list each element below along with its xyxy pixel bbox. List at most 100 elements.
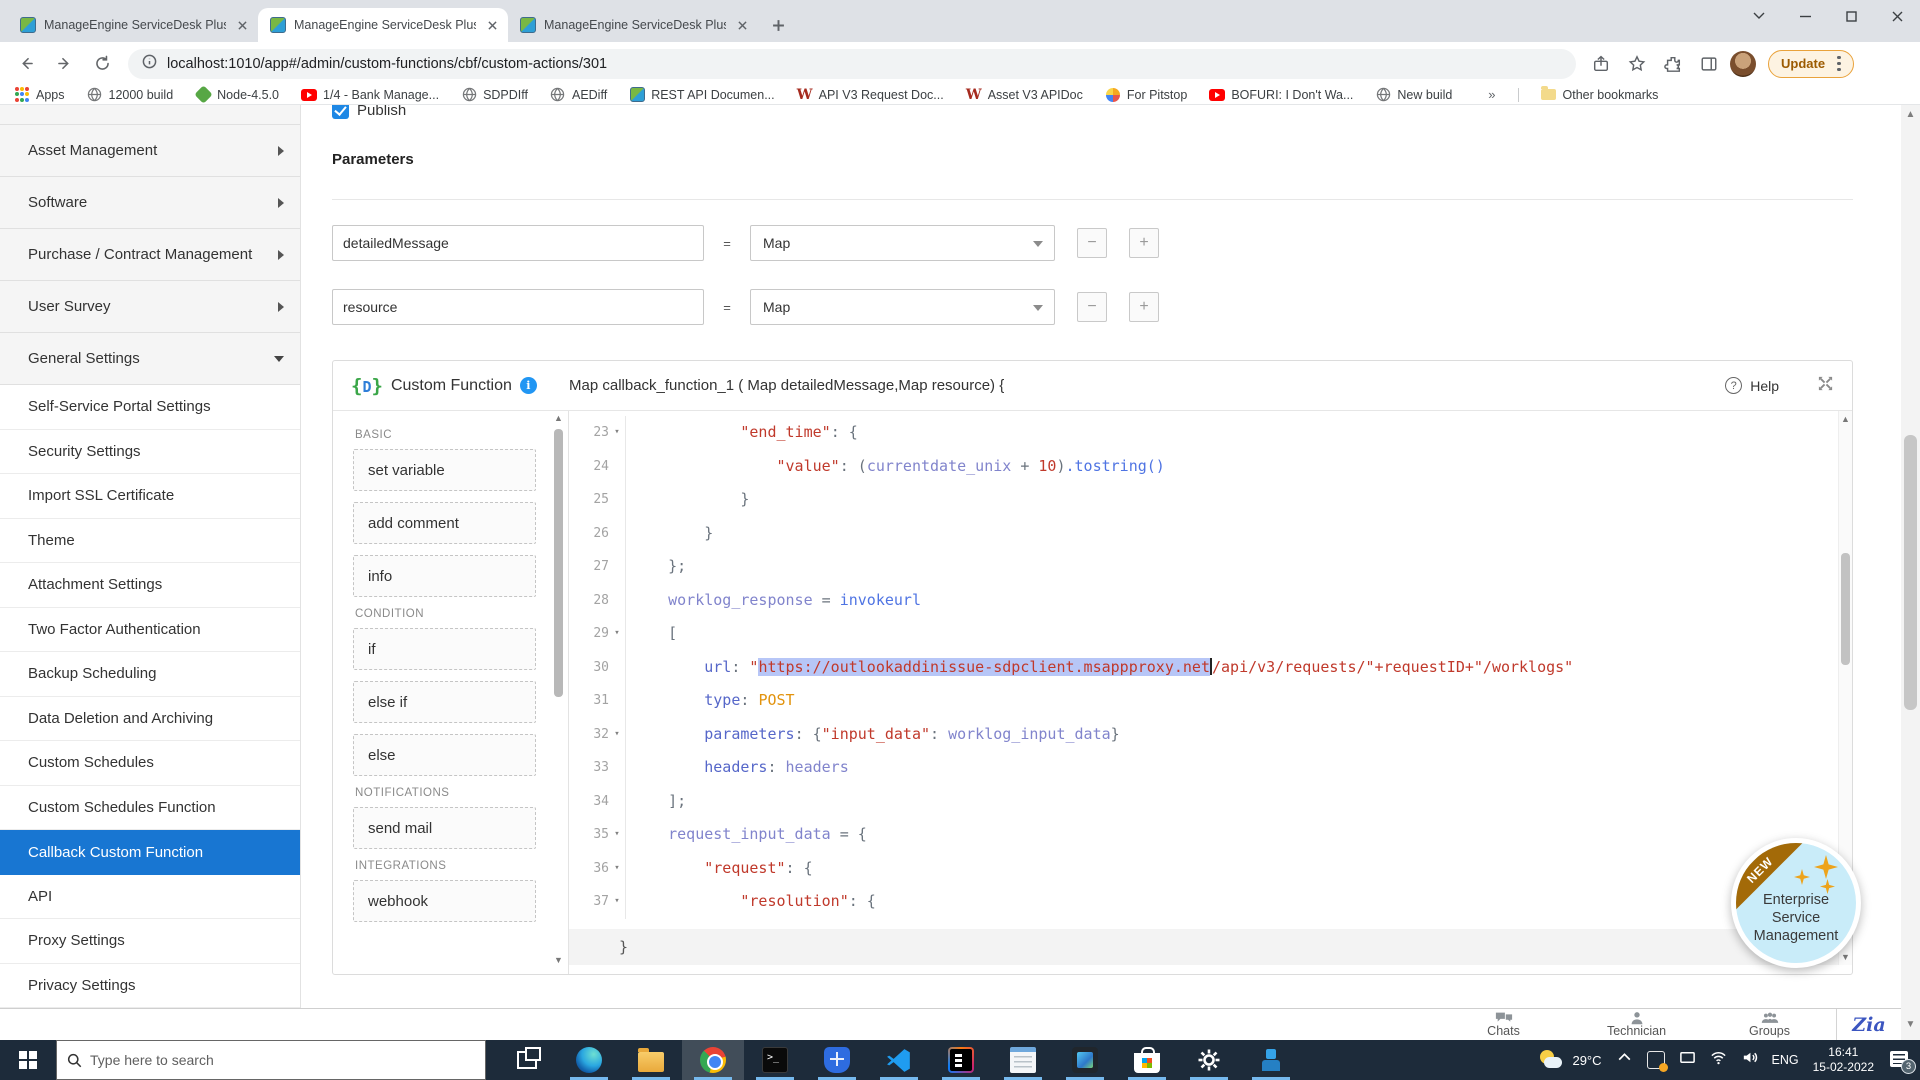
technician-button[interactable]: Technician <box>1570 1011 1703 1038</box>
start-button[interactable] <box>0 1040 56 1080</box>
search-input[interactable] <box>90 1052 450 1068</box>
other-bookmarks[interactable]: Other bookmarks <box>1541 86 1658 103</box>
scrollbar-thumb[interactable] <box>554 429 563 697</box>
tab-close-icon[interactable] <box>484 17 500 33</box>
collapse-icon[interactable]: ▾ <box>609 617 625 651</box>
snippet-if[interactable]: if <box>353 628 536 670</box>
taskbar-search[interactable] <box>56 1040 486 1080</box>
sidebar-item-general-settings[interactable]: General Settings <box>0 333 300 385</box>
new-tab-button[interactable] <box>764 11 792 39</box>
page-scrollbar[interactable]: ▲ ▼ <box>1901 105 1920 1040</box>
sidebar-item-data-deletion[interactable]: Data Deletion and Archiving <box>0 696 300 741</box>
scroll-up-icon[interactable]: ▲ <box>553 413 564 423</box>
intellij-app[interactable] <box>930 1040 992 1080</box>
param-type-select[interactable]: Map <box>750 225 1055 261</box>
sidebar-item-two-factor[interactable]: Two Factor Authentication <box>0 607 300 652</box>
taskbar-clock[interactable]: 16:41 15-02-2022 <box>1813 1045 1874 1075</box>
sidebar-item-custom-schedules-function[interactable]: Custom Schedules Function <box>0 785 300 830</box>
close-window-button[interactable] <box>1874 0 1920 32</box>
tablet-mode-icon[interactable] <box>1679 1049 1696 1071</box>
esm-badge[interactable]: NEW Enterprise Service Management <box>1731 838 1861 968</box>
sidebar-item-self-service-portal[interactable]: Self-Service Portal Settings <box>0 385 300 430</box>
publish-checkbox[interactable] <box>332 105 349 119</box>
sidebar-item-security-settings[interactable]: Security Settings <box>0 429 300 474</box>
help-icon[interactable]: ? <box>1725 377 1743 394</box>
bookmark-item[interactable]: Asset V3 APIDoc <box>966 87 1083 103</box>
site-info-icon[interactable] <box>142 54 157 74</box>
bookmark-item[interactable]: API V3 Request Doc... <box>797 87 944 103</box>
notepad-app[interactable] <box>992 1040 1054 1080</box>
info-icon[interactable]: i <box>519 377 537 394</box>
extensions-puzzle-icon[interactable] <box>1658 49 1688 79</box>
remove-param-button[interactable]: − <box>1077 228 1107 258</box>
bookmark-item[interactable]: REST API Documen... <box>629 87 775 103</box>
terminal-app[interactable] <box>744 1040 806 1080</box>
bookmark-item[interactable]: BOFURI: I Don't Wa... <box>1209 87 1353 103</box>
share-icon[interactable] <box>1586 49 1616 79</box>
volume-icon[interactable] <box>1741 1049 1758 1071</box>
snippet-else[interactable]: else <box>353 734 536 776</box>
browser-menu-icon[interactable] <box>1831 52 1847 76</box>
bookmark-item[interactable]: Node-4.5.0 <box>193 85 279 104</box>
collapse-icon[interactable]: ▾ <box>609 718 625 752</box>
teams-icon[interactable] <box>1646 1051 1668 1072</box>
chats-button[interactable]: Chats <box>1437 1011 1570 1038</box>
scrollbar-thumb[interactable] <box>1904 435 1917 710</box>
param-name-input[interactable] <box>332 289 704 325</box>
tab-close-icon[interactable] <box>234 17 250 33</box>
collapse-icon[interactable]: ▾ <box>609 416 625 450</box>
sidebar-item-purchase-contract[interactable]: Purchase / Contract Management <box>0 229 300 281</box>
sidebar-item-software[interactable]: Software <box>0 177 300 229</box>
capture-app[interactable] <box>1054 1040 1116 1080</box>
sidebar-item-callback-custom-function[interactable]: Callback Custom Function <box>0 830 300 875</box>
param-name-input[interactable] <box>332 225 704 261</box>
browser-tab-1[interactable]: ManageEngine ServiceDesk Plus <box>8 8 258 42</box>
snippet-info[interactable]: info <box>353 555 536 597</box>
chrome-update-button[interactable]: Update <box>1768 49 1854 78</box>
sidebar-item-privacy-settings[interactable]: Privacy Settings <box>0 963 300 1008</box>
remove-param-button[interactable]: − <box>1077 292 1107 322</box>
sidebar-item-asset-management[interactable]: Asset Management <box>0 125 300 177</box>
hidden-icons-chevron[interactable] <box>1616 1049 1633 1071</box>
side-panel-icon[interactable] <box>1694 49 1724 79</box>
weather-widget[interactable]: 29°C <box>1538 1048 1602 1072</box>
browser-tab-2[interactable]: ManageEngine ServiceDesk Plus <box>258 8 508 42</box>
edge-app[interactable] <box>558 1040 620 1080</box>
tab-close-icon[interactable] <box>734 17 750 33</box>
bookmarks-overflow-icon[interactable]: » <box>1488 87 1495 102</box>
sidebar-item-theme[interactable]: Theme <box>0 518 300 563</box>
scroll-up-icon[interactable]: ▲ <box>1839 413 1852 425</box>
language-indicator[interactable]: ENG <box>1772 1053 1799 1067</box>
code-editor[interactable]: 23 ▾ "end_time": { 24 "value": (currentda… <box>568 411 1852 974</box>
people-app[interactable] <box>1240 1040 1302 1080</box>
collapse-icon[interactable] <box>609 450 625 484</box>
add-param-button[interactable]: + <box>1129 292 1159 322</box>
collapse-icon[interactable]: ▾ <box>609 852 625 886</box>
sidebar-item-proxy-settings[interactable]: Proxy Settings <box>0 919 300 964</box>
collapse-icon[interactable]: ▾ <box>609 885 625 919</box>
reload-button[interactable] <box>86 48 118 80</box>
back-button[interactable] <box>10 48 42 80</box>
sidebar-item-custom-schedules[interactable]: Custom Schedules <box>0 741 300 786</box>
bookmark-item[interactable]: 1/4 - Bank Manage... <box>301 87 439 103</box>
groups-button[interactable]: Groups <box>1703 1011 1836 1038</box>
sidebar-item-user-survey[interactable]: User Survey <box>0 281 300 333</box>
minimize-button[interactable] <box>1782 0 1828 32</box>
bookmark-item[interactable]: 12000 build <box>87 87 173 103</box>
scrollbar-thumb[interactable] <box>1841 553 1850 665</box>
maximize-button[interactable] <box>1828 0 1874 32</box>
sidebar-item-backup-scheduling[interactable]: Backup Scheduling <box>0 652 300 697</box>
store-app[interactable] <box>1116 1040 1178 1080</box>
scroll-down-icon[interactable]: ▼ <box>1839 951 1852 963</box>
address-bar[interactable]: localhost:1010/app#/admin/custom-functio… <box>128 48 1576 79</box>
add-param-button[interactable]: + <box>1129 228 1159 258</box>
security-app[interactable] <box>806 1040 868 1080</box>
zia-logo[interactable]: Zia <box>1837 1014 1901 1036</box>
scroll-down-icon[interactable]: ▼ <box>1901 1019 1920 1030</box>
snippet-add-comment[interactable]: add comment <box>353 502 536 544</box>
forward-button[interactable] <box>48 48 80 80</box>
collapse-icon[interactable]: ▾ <box>609 818 625 852</box>
bookmark-item[interactable]: AEDiff <box>550 87 607 103</box>
task-view-button[interactable] <box>496 1040 558 1080</box>
notification-center-button[interactable]: 3 <box>1888 1049 1916 1074</box>
